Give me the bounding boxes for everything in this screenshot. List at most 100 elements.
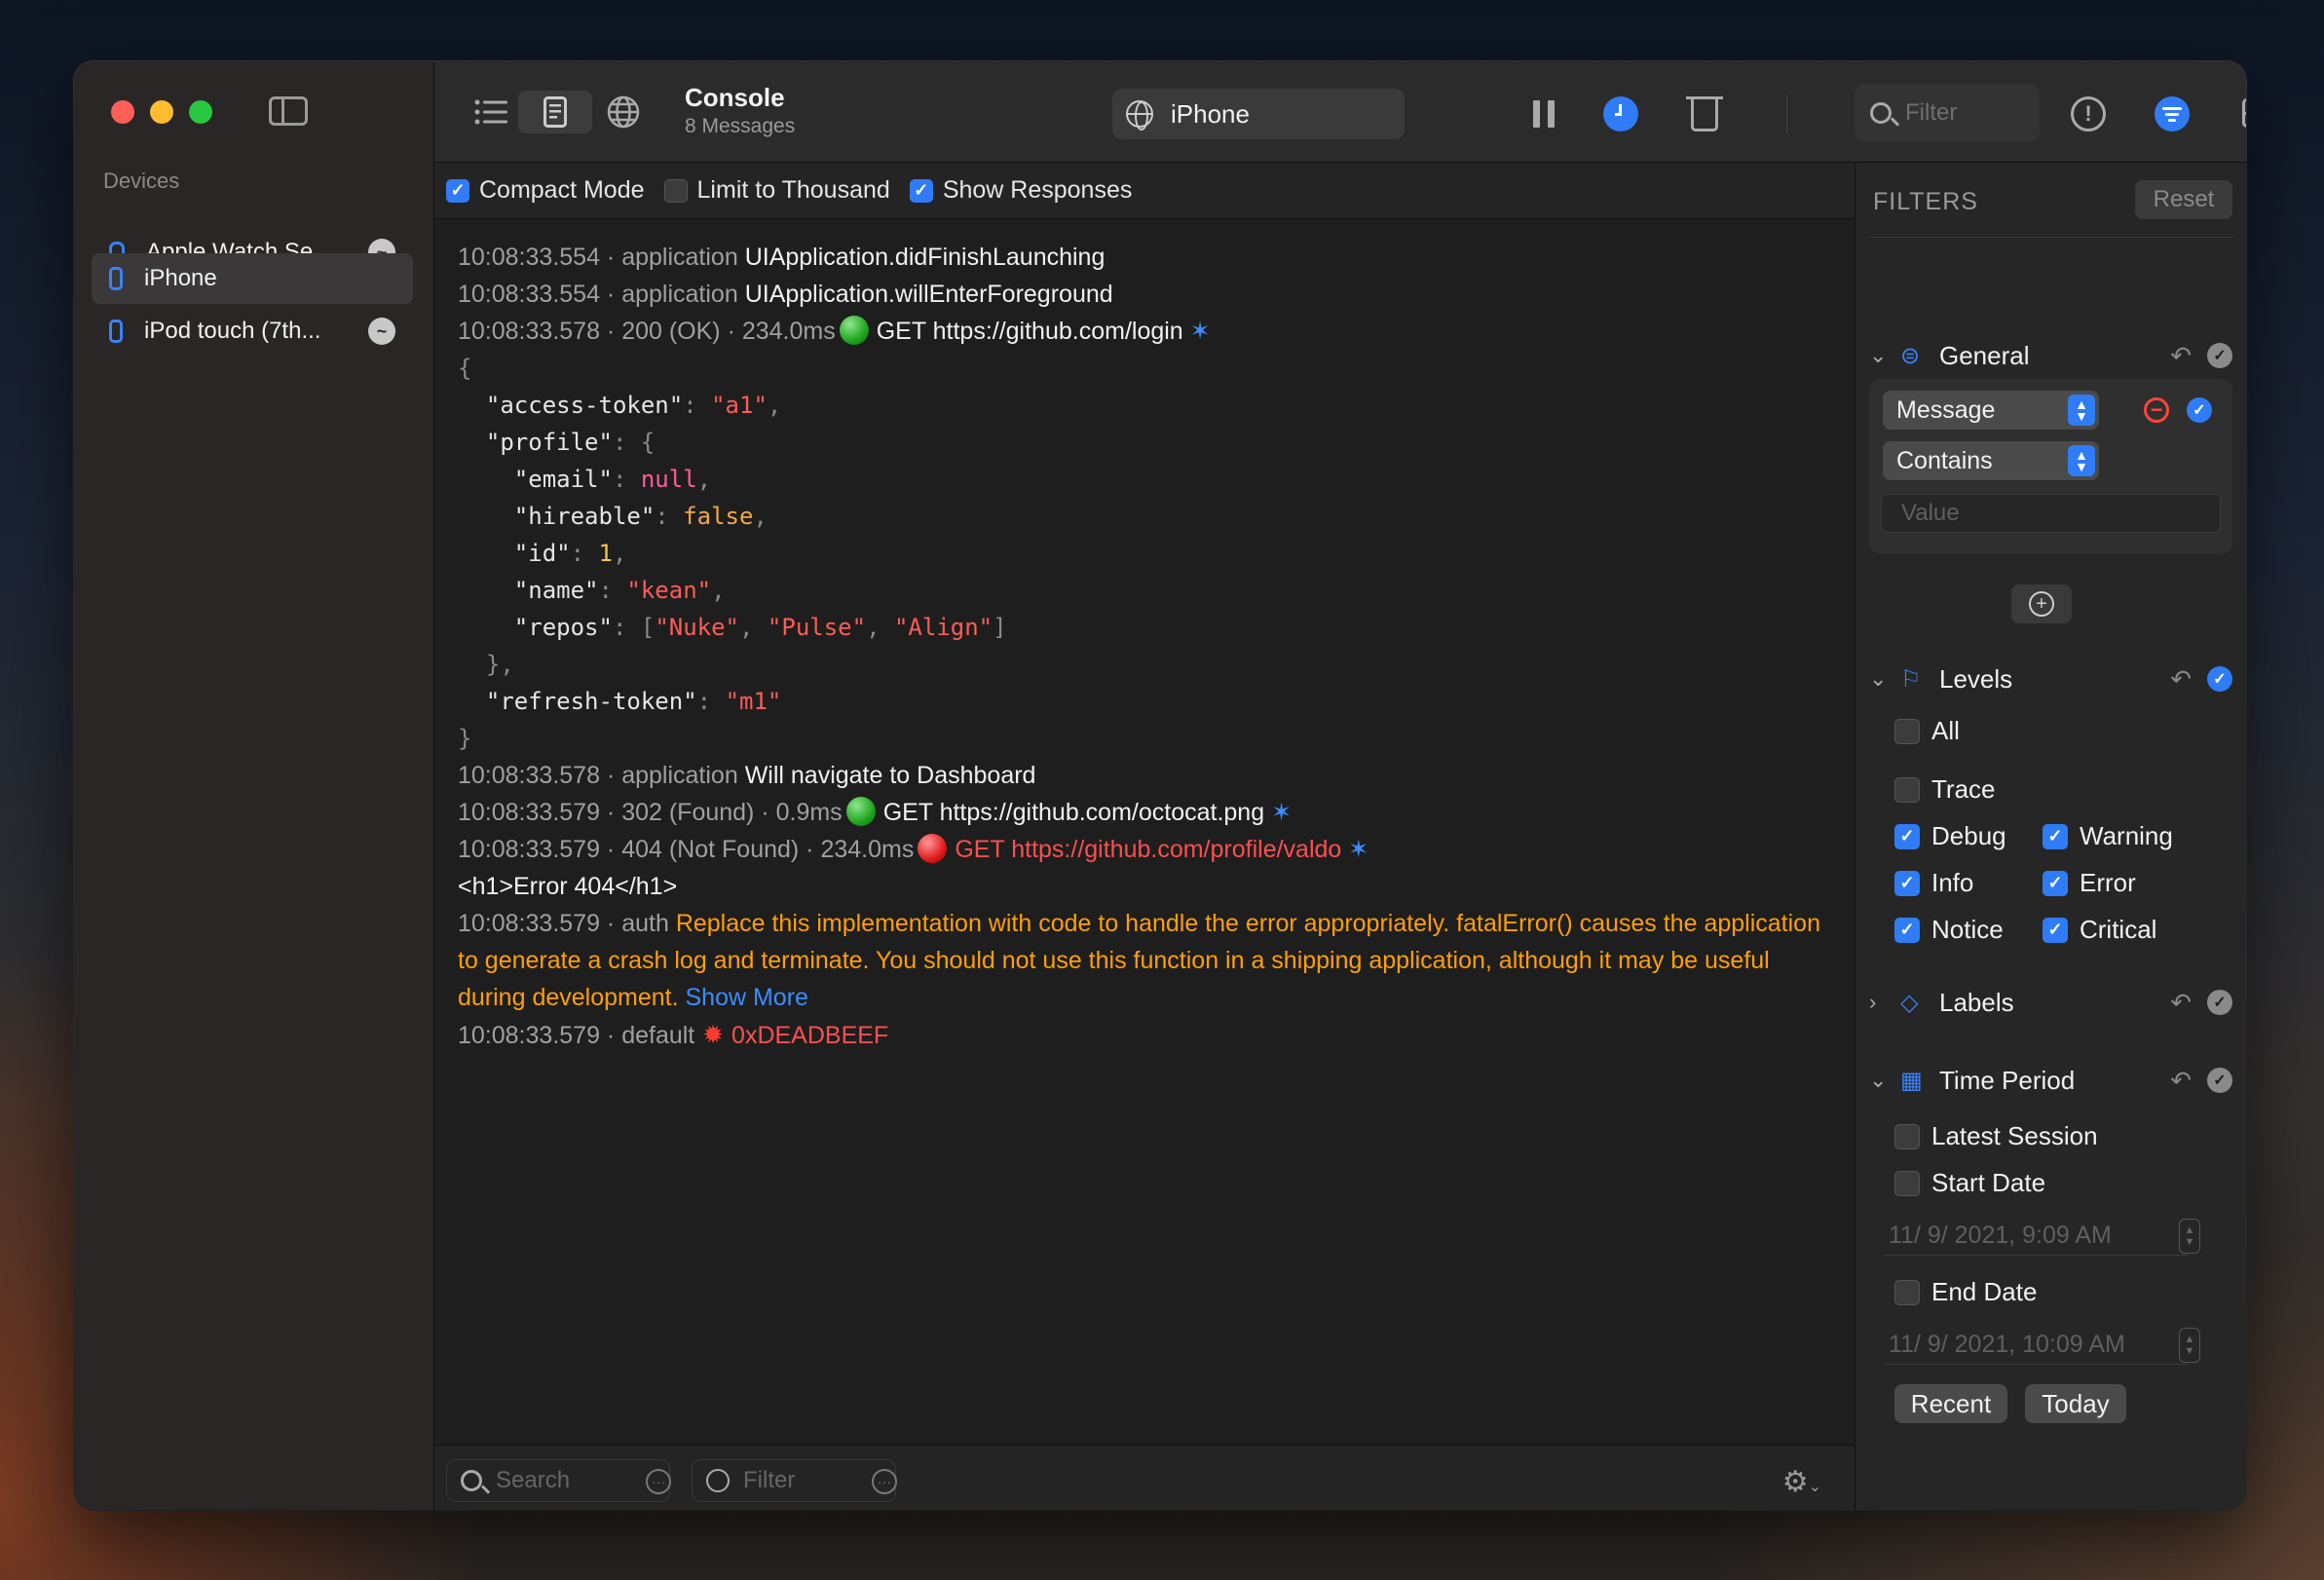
log-row[interactable]: 10:08:33.579 · auth Replace this impleme… — [458, 905, 1831, 1016]
minimize-button[interactable] — [150, 100, 173, 124]
console-view-icon[interactable] — [518, 91, 592, 133]
search-options-icon[interactable]: ··· — [646, 1469, 671, 1494]
level-trace-checkbox[interactable]: Trace — [1894, 774, 1996, 805]
filter-options-icon[interactable]: ··· — [872, 1469, 897, 1494]
log-row[interactable]: 10:08:33.579 · default ✹ 0xDEADBEEF — [458, 1016, 1831, 1054]
remove-rule-icon[interactable]: − — [2144, 397, 2169, 423]
check-circle-icon[interactable]: ✓ — [2187, 397, 2212, 423]
general-title: General — [1939, 340, 2030, 370]
network-globe-icon[interactable] — [602, 91, 645, 133]
general-section-header[interactable]: ⌄ ⊜ General ↶ ✓ — [1869, 336, 2232, 375]
end-date-checkbox[interactable]: End Date — [1894, 1277, 2037, 1307]
limit-checkbox[interactable]: Limit to Thousand — [663, 176, 890, 205]
start-date-checkbox[interactable]: Start Date — [1894, 1168, 2045, 1198]
field-select[interactable]: Message ▲ ▼ — [1883, 391, 2099, 430]
log-list[interactable]: 10:08:33.554 · application UIApplication… — [434, 219, 1855, 1502]
labels-section-header[interactable]: › ◇ Labels ↶ ✓ — [1869, 983, 2232, 1022]
undo-icon[interactable]: ↶ — [2170, 1066, 2192, 1096]
level-notice-checkbox[interactable]: ✓ Notice — [1894, 915, 2004, 945]
zoom-button[interactable] — [189, 100, 212, 124]
request-url: GET https://github.com/profile/valdo — [955, 836, 1342, 863]
network-row[interactable]: 10:08:33.578 · 200 (OK) · 234.0ms GET htt… — [458, 313, 1831, 350]
close-button[interactable] — [111, 100, 134, 124]
compact-mode-checkbox[interactable]: ✓ Compact Mode — [446, 176, 645, 205]
sidebar-item-iphone[interactable]: iPhone — [92, 253, 413, 304]
log-meta: 10:08:33.578 · application — [458, 762, 738, 789]
log-row[interactable]: 10:08:33.554 · application UIApplication… — [458, 276, 1831, 313]
split-view-icon[interactable] — [2242, 98, 2246, 128]
show-responses-label: Show Responses — [942, 176, 1133, 204]
chevron-right-icon: › — [1869, 990, 1877, 1014]
bottom-bar: Search ··· Filter ··· ⚙⌄ — [434, 1445, 1855, 1510]
level-debug-checkbox[interactable]: ✓ Debug — [1894, 821, 2006, 851]
level-label: Critical — [2080, 915, 2157, 944]
end-date-picker[interactable]: 11/ 9/ 2021, 10:09 AM ▲ ▼ — [1885, 1326, 2200, 1365]
json-key: "hireable" — [513, 503, 656, 530]
window-controls — [111, 100, 212, 124]
check-circle-icon[interactable]: ✓ — [2207, 1068, 2232, 1093]
start-date-value: 11/ 9/ 2021, 9:09 AM — [1889, 1222, 2112, 1249]
levels-title: Levels — [1939, 663, 2013, 694]
show-responses-checkbox[interactable]: ✓ Show Responses — [909, 176, 1133, 205]
log-meta: 10:08:33.579 · 404 (Not Found) · 234.0ms — [458, 836, 915, 863]
gear-icon[interactable]: ⚙⌄ — [1782, 1465, 1821, 1499]
window-title: Console 8 Messages — [685, 83, 795, 138]
undo-icon[interactable]: ↶ — [2170, 988, 2192, 1018]
sidebar-item-ipod-touch[interactable]: iPod touch (7th... ~ — [92, 306, 413, 357]
reset-button[interactable]: Reset — [2135, 180, 2232, 219]
log-row[interactable]: 10:08:33.554 · application UIApplication… — [458, 239, 1831, 276]
check-circle-icon[interactable]: ✓ — [2207, 343, 2232, 368]
sidebar-toggle-icon[interactable] — [269, 96, 308, 126]
tag-icon: ◇ — [1900, 989, 1919, 1016]
network-row[interactable]: 10:08:33.579 · 302 (Found) · 0.9ms GET ht… — [458, 794, 1831, 831]
latest-session-checkbox[interactable]: Latest Session — [1894, 1121, 2098, 1151]
filter-icon[interactable] — [2155, 96, 2190, 132]
check-circle-icon[interactable]: ✓ — [2207, 990, 2232, 1015]
json-key: "id" — [513, 540, 571, 567]
device-picker[interactable]: iPhone — [1112, 89, 1405, 139]
checkbox-label: Latest Session — [1931, 1121, 2098, 1150]
show-more-link[interactable]: Show More — [686, 984, 808, 1011]
undo-icon[interactable]: ↶ — [2170, 341, 2192, 371]
add-rule-button[interactable]: + — [2011, 584, 2072, 623]
request-url: GET https://github.com/octocat.png — [882, 799, 1265, 826]
filter-icon: ⊜ — [1900, 342, 1921, 369]
level-label: Error — [2080, 868, 2136, 897]
stepper-icon[interactable]: ▲ ▼ — [2179, 1328, 2200, 1363]
chevron-down-icon: ⌄ — [1869, 666, 1888, 691]
match-select[interactable]: Contains ▲ ▼ — [1883, 441, 2099, 480]
json-key: "access-token" — [485, 392, 684, 419]
log-meta: 10:08:33.579 · 302 (Found) · 0.9ms — [458, 799, 843, 826]
undo-icon[interactable]: ↶ — [2170, 664, 2192, 695]
toolbar-filter-field[interactable]: Filter — [1855, 85, 2040, 141]
log-row[interactable]: 10:08:33.578 · application Will navigate… — [458, 757, 1831, 794]
today-button[interactable]: Today — [2025, 1384, 2126, 1423]
json-key: "name" — [513, 577, 599, 604]
limit-label: Limit to Thousand — [696, 176, 890, 204]
filter-field[interactable]: Filter ··· — [692, 1459, 897, 1502]
level-error-checkbox[interactable]: ✓ Error — [2043, 868, 2136, 898]
trash-icon[interactable] — [1686, 96, 1723, 132]
start-date-picker[interactable]: 11/ 9/ 2021, 9:09 AM ▲ ▼ — [1885, 1217, 2200, 1256]
time-period-section-header[interactable]: ⌄ ▦ Time Period ↶ ✓ — [1869, 1061, 2232, 1100]
filters-panel: FILTERS Reset ⌄ ⊜ General ↶ ✓ Message ▲ ▼… — [1855, 163, 2246, 1510]
search-icon — [461, 1470, 482, 1491]
list-view-icon[interactable] — [469, 91, 512, 133]
level-warning-checkbox[interactable]: ✓ Warning — [2043, 821, 2173, 851]
network-row[interactable]: 10:08:33.579 · 404 (Not Found) · 234.0ms… — [458, 831, 1831, 868]
clock-icon[interactable] — [1603, 96, 1638, 132]
levels-section-header[interactable]: ⌄ ⚐ Levels ↶ ✓ — [1869, 659, 2232, 698]
value-input[interactable]: Value — [1881, 494, 2221, 533]
iphone-icon — [109, 267, 123, 290]
level-all-checkbox[interactable]: All — [1894, 716, 1960, 746]
stepper-icon[interactable]: ▲ ▼ — [2179, 1219, 2200, 1254]
exclamation-icon[interactable]: ! — [2071, 96, 2106, 132]
log-message: UIApplication.didFinishLaunching — [744, 244, 1106, 271]
device-picker-label: iPhone — [1171, 98, 1250, 129]
search-field[interactable]: Search ··· — [446, 1459, 671, 1502]
level-critical-checkbox[interactable]: ✓ Critical — [2043, 915, 2156, 945]
check-circle-icon[interactable]: ✓ — [2207, 666, 2232, 692]
pause-icon[interactable] — [1533, 100, 1555, 128]
recent-button[interactable]: Recent — [1894, 1384, 2007, 1423]
level-info-checkbox[interactable]: ✓ Info — [1894, 868, 1973, 898]
